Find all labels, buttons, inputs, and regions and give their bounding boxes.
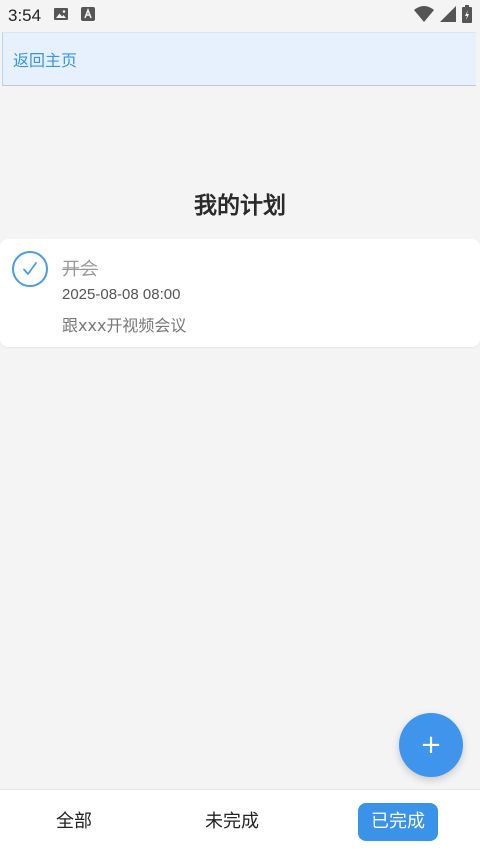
- tab-incomplete[interactable]: 未完成: [192, 803, 272, 841]
- plan-datetime: 2025-08-08 08:00: [62, 286, 181, 303]
- image-icon: [53, 6, 69, 27]
- back-bar: 返回主页: [2, 32, 476, 86]
- status-icons-right: [414, 4, 472, 28]
- tab-completed[interactable]: 已完成: [358, 803, 438, 841]
- battery-icon: [462, 4, 472, 28]
- status-bar: 3:54: [0, 0, 480, 32]
- tab-bar: 全部 未完成 已完成: [0, 789, 480, 853]
- add-plan-button[interactable]: +: [399, 713, 463, 777]
- wifi-icon: [414, 5, 434, 27]
- back-to-home-link[interactable]: 返回主页: [13, 47, 77, 71]
- status-time: 3:54: [8, 6, 42, 25]
- signal-icon: [440, 5, 456, 27]
- tab-all[interactable]: 全部: [42, 803, 106, 841]
- plan-item[interactable]: 开会 2025-08-08 08:00 跟xxx开视频会议: [0, 239, 480, 347]
- plan-description: 跟xxx开视频会议: [62, 316, 187, 335]
- text-a-icon: [81, 6, 96, 26]
- status-icons-left: [53, 6, 96, 27]
- plus-icon: +: [420, 730, 442, 760]
- check-circle-icon[interactable]: [12, 251, 48, 287]
- plan-title: 开会: [62, 259, 98, 280]
- page-title: 我的计划: [194, 193, 286, 219]
